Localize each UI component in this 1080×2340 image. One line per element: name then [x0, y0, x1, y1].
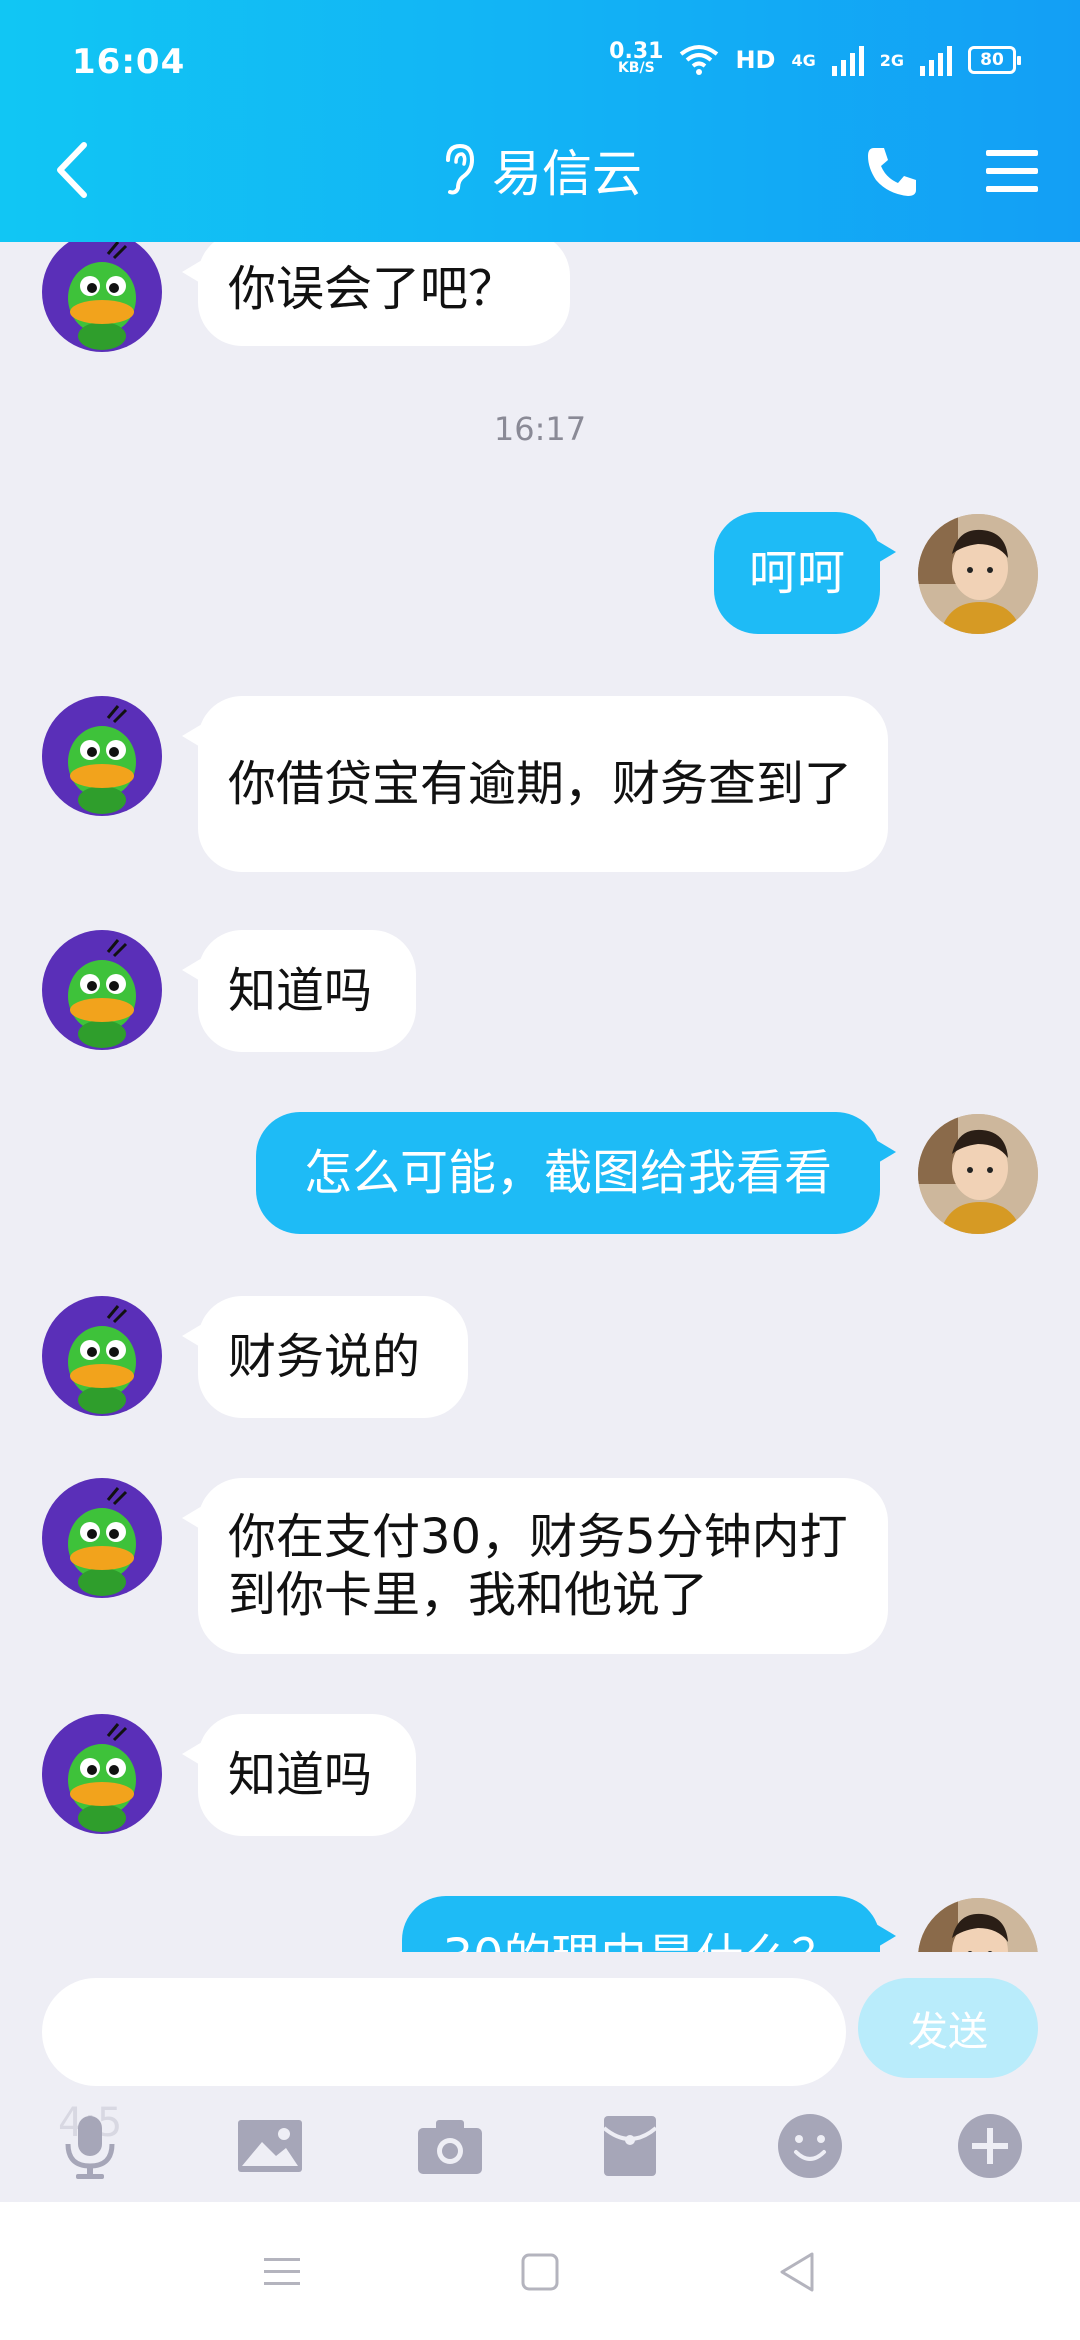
red-packet-icon	[602, 2116, 658, 2176]
home-button[interactable]	[516, 2248, 564, 2296]
child-photo-icon	[918, 1114, 1038, 1234]
voice-button[interactable]	[54, 2110, 126, 2182]
message-text: 呵呵	[748, 545, 845, 601]
phone-icon	[868, 148, 916, 196]
message-text: 知道吗	[228, 963, 373, 1019]
camera-button[interactable]	[414, 2110, 486, 2182]
nav-bar: 易信云	[0, 110, 1080, 230]
contact-avatar[interactable]	[42, 1296, 162, 1416]
signal-icon-2	[920, 44, 952, 76]
net-speed: 0.31 KB/S	[609, 39, 664, 77]
message-bubble-outgoing[interactable]: 怎么可能，截图给我看看	[256, 1112, 896, 1234]
my-avatar[interactable]	[918, 514, 1038, 634]
recent-apps-button[interactable]	[258, 2248, 306, 2296]
message-bubble-incoming[interactable]: 你借贷宝有逾期，财务查到了	[182, 696, 888, 872]
duck-icon	[68, 939, 136, 1048]
duck-icon	[68, 705, 136, 814]
message-text: 你借贷宝有逾期，财务查到了	[228, 756, 853, 812]
app-header: 16:04 0.31 KB/S HD 4G 2G 80 易信云	[0, 0, 1080, 242]
wifi-icon	[680, 45, 719, 75]
menu-icon	[986, 150, 1038, 192]
toolbar: 4:5	[0, 2100, 1080, 2190]
message-text: 你在支付30，财务5分钟内打到你卡里，我和他说了	[228, 1509, 848, 1623]
status-time: 16:04	[72, 42, 186, 82]
message-text: 财务说的	[228, 1329, 421, 1385]
message-bubble-outgoing[interactable]: 30的理由是什么？	[402, 1896, 896, 1952]
message-list[interactable]: 你误会了吧？ 16:17 呵呵 你借贷宝有逾期，财务查到了 知道吗 怎么可能，截…	[0, 242, 1080, 1952]
call-button[interactable]	[864, 144, 920, 200]
ear-icon	[438, 140, 478, 200]
my-avatar[interactable]	[918, 1898, 1038, 1952]
signal-icon-1	[831, 44, 864, 76]
input-bar: 发送 4:5	[0, 1952, 1080, 2202]
send-button[interactable]: 发送	[858, 1978, 1038, 2078]
message-bubble-incoming[interactable]: 财务说的	[182, 1296, 468, 1418]
red-packet-button[interactable]	[594, 2110, 666, 2182]
more-button[interactable]	[954, 2110, 1026, 2182]
message-bubble-incoming[interactable]: 知道吗	[182, 930, 416, 1052]
message-text: 知道吗	[228, 1747, 373, 1803]
duck-icon	[68, 1487, 136, 1596]
image-button[interactable]	[234, 2110, 306, 2182]
duck-icon	[68, 1305, 136, 1414]
child-photo-icon	[918, 1898, 1038, 1952]
menu-button[interactable]	[984, 146, 1040, 196]
emoji-button[interactable]	[774, 2110, 846, 2182]
message-text: 怎么可能，截图给我看看	[303, 1145, 832, 1201]
message-bubble-incoming[interactable]: 知道吗	[182, 1714, 416, 1836]
message-bubble-incoming[interactable]: 你误会了吧？	[182, 242, 570, 346]
net-speed-unit: KB/S	[617, 60, 655, 76]
message-text: 30的理由是什么？	[442, 1928, 839, 1952]
battery-icon: 80	[968, 46, 1021, 74]
duck-icon	[68, 242, 136, 350]
home-icon	[521, 2253, 559, 2291]
my-avatar[interactable]	[918, 1114, 1038, 1234]
duck-icon	[68, 1723, 136, 1832]
chat-title: 易信云	[492, 145, 642, 203]
recent-apps-icon	[264, 2258, 300, 2285]
status-icons: 0.31 KB/S HD 4G 2G 80	[609, 39, 1021, 77]
message-input[interactable]	[42, 1978, 846, 2086]
message-bubble-outgoing[interactable]: 呵呵	[714, 512, 896, 634]
contact-avatar[interactable]	[42, 1714, 162, 1834]
status-bar: 16:04 0.31 KB/S HD 4G 2G 80	[0, 0, 1080, 110]
contact-avatar[interactable]	[42, 1478, 162, 1598]
image-icon	[238, 2120, 302, 2172]
hd-label: HD	[735, 46, 776, 74]
message-text: 你误会了吧？	[228, 261, 517, 317]
contact-avatar[interactable]	[42, 696, 162, 816]
network-type-2: 2G	[879, 50, 904, 70]
triangle-back-icon	[780, 2252, 814, 2292]
contact-avatar[interactable]	[42, 242, 162, 352]
message-bubble-incoming[interactable]: 你在支付30，财务5分钟内打到你卡里，我和他说了	[182, 1478, 888, 1654]
mic-icon	[65, 2116, 115, 2179]
plus-icon	[958, 2114, 1022, 2178]
battery-level: 80	[980, 50, 1004, 70]
camera-icon	[418, 2120, 482, 2174]
system-back-button[interactable]	[774, 2248, 822, 2296]
child-photo-icon	[918, 514, 1038, 634]
system-nav-bar	[0, 2202, 1080, 2340]
network-type-1: 4G	[791, 50, 816, 70]
send-label: 发送	[908, 2009, 988, 2055]
net-speed-value: 0.31	[609, 39, 664, 64]
message-timestamp: 16:17	[493, 410, 587, 448]
contact-avatar[interactable]	[42, 930, 162, 1050]
emoji-icon	[778, 2114, 842, 2178]
